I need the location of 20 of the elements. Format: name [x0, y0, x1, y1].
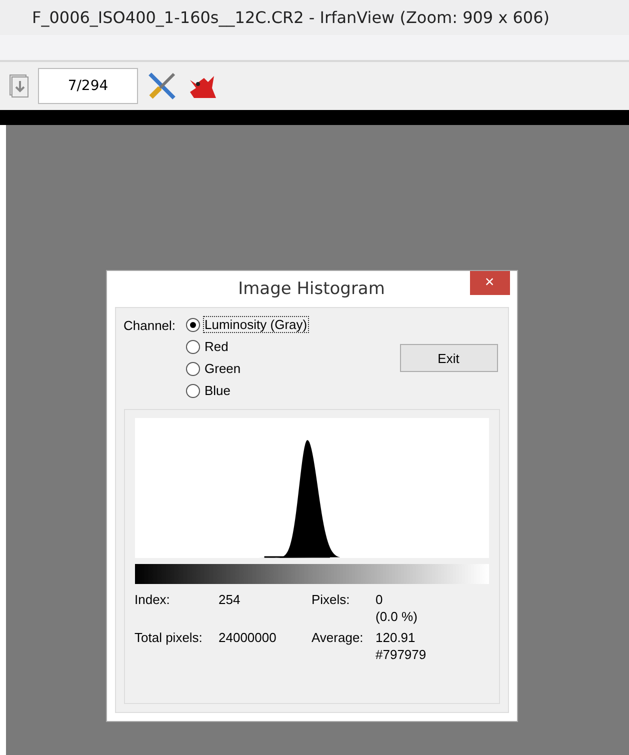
stat-value: 0: [376, 592, 384, 607]
channel-option[interactable]: Green: [202, 360, 243, 377]
channel-option[interactable]: Luminosity (Gray): [202, 316, 310, 333]
stat-value: (0.0 %): [376, 609, 418, 624]
stat-value: 120.91: [376, 630, 416, 645]
stat-label: Total pixels:: [134, 630, 204, 647]
stat-value: #797979: [376, 647, 426, 662]
close-button[interactable]: ×: [470, 271, 510, 295]
stat-label: Index:: [134, 592, 171, 609]
stat-value: 254: [218, 592, 240, 607]
exit-button[interactable]: Exit: [400, 344, 498, 372]
stat-label: Average:: [312, 630, 364, 647]
stat-value: 24000000: [218, 630, 276, 645]
channel-option[interactable]: Blue: [202, 382, 233, 399]
stat-label: Pixels:: [312, 592, 351, 609]
page-counter: 7/294: [38, 68, 138, 104]
channel-option[interactable]: Red: [202, 338, 230, 355]
dialog-title: Image Histogram: [238, 279, 385, 299]
channel-label: Channel:: [124, 317, 177, 335]
window-title: F_0006_ISO400_1-160s__12C.CR2 - IrfanView (Zoom: 909 x 606): [32, 8, 550, 27]
